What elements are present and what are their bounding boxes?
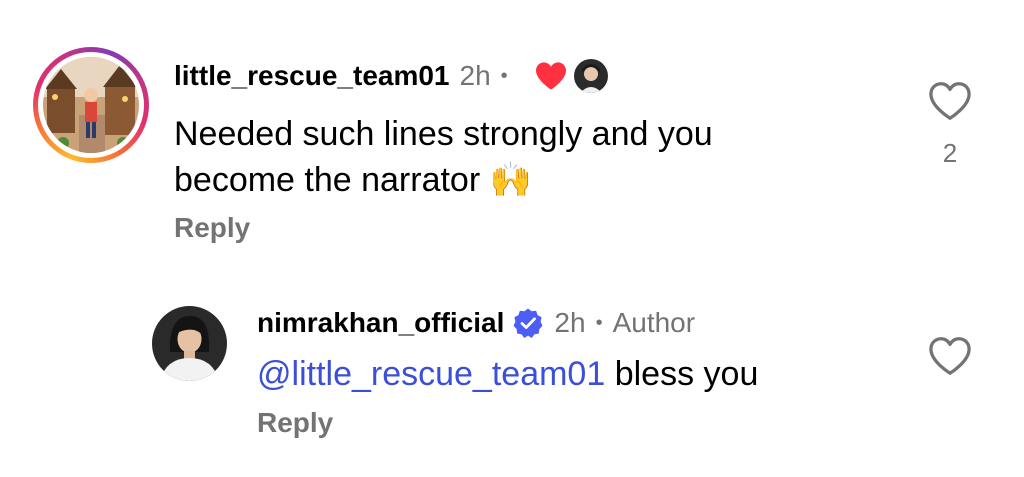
- author-liked-heart-icon: [534, 61, 568, 91]
- separator: •: [500, 64, 508, 87]
- avatar[interactable]: [152, 306, 227, 381]
- verified-badge-icon: [512, 307, 544, 339]
- comment-text: @little_rescue_team01 bless you: [257, 355, 759, 393]
- reply-button[interactable]: Reply: [257, 407, 333, 439]
- separator: •: [595, 311, 603, 334]
- comment-header: little_rescue_team01 2h •: [174, 56, 608, 96]
- username[interactable]: nimrakhan_official: [257, 307, 504, 339]
- timestamp: 2h: [459, 60, 491, 91]
- author-label: Author: [612, 307, 696, 338]
- comment-text: Needed such lines strongly and you becom…: [174, 115, 713, 199]
- story-avatar[interactable]: [33, 47, 149, 163]
- username[interactable]: little_rescue_team01: [174, 60, 450, 92]
- author-mini-avatar: [573, 59, 608, 93]
- mention-link[interactable]: @little_rescue_team01: [257, 355, 605, 393]
- timestamp: 2h: [554, 307, 586, 338]
- like-count: 2: [942, 138, 958, 168]
- reply-comment-item: nimrakhan_official 2h • Author @little_r…: [0, 270, 1024, 477]
- comment-header: nimrakhan_official 2h • Author: [257, 303, 695, 343]
- reply-button[interactable]: Reply: [174, 212, 250, 244]
- like-heart-icon[interactable]: [928, 81, 972, 121]
- comment-item: little_rescue_team01 2h • Needed such li…: [0, 0, 1024, 270]
- like-heart-icon[interactable]: [928, 336, 972, 376]
- avatar: [43, 57, 139, 153]
